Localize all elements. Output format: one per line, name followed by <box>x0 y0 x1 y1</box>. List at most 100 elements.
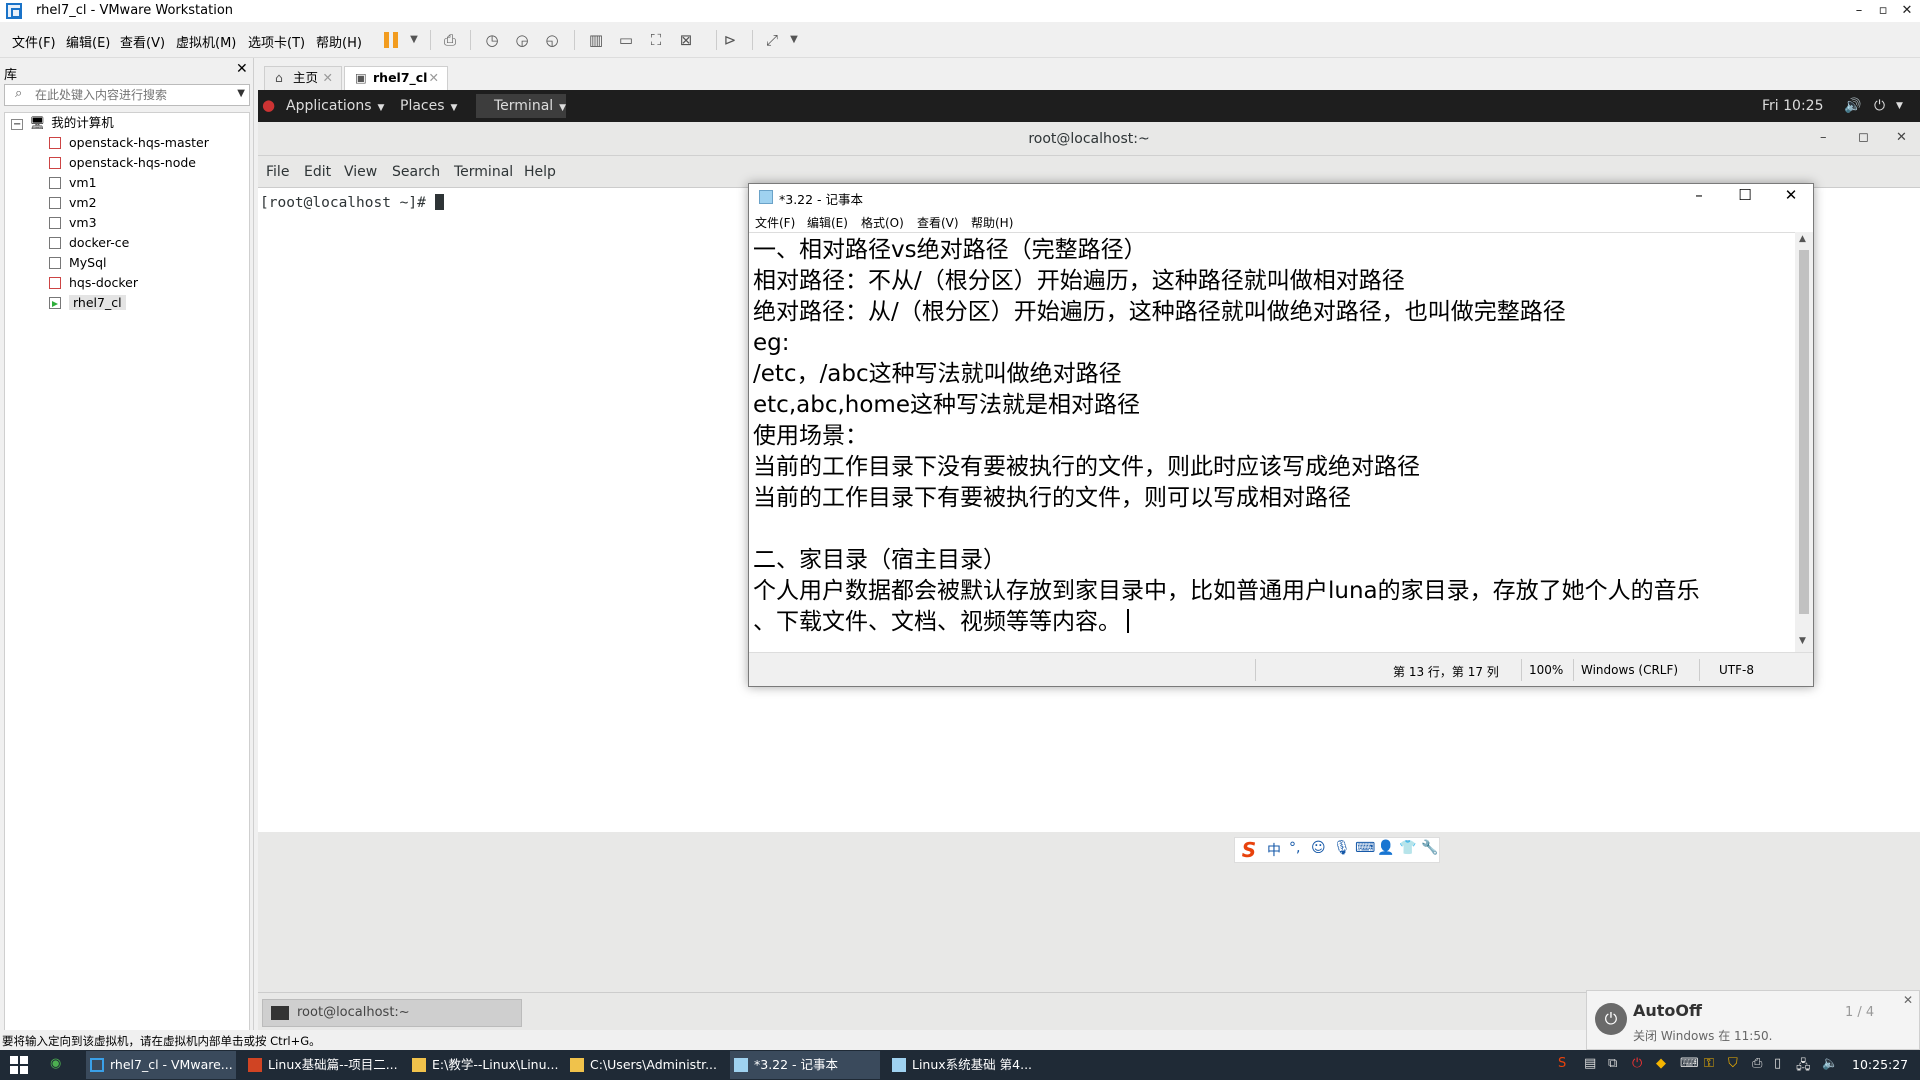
notepad-menu-help[interactable]: 帮助(H) <box>971 214 1013 231</box>
notification-close-icon[interactable]: ✕ <box>1903 993 1913 1007</box>
taskbar-app-vmware[interactable]: rhel7_cl - VMware... <box>86 1051 236 1079</box>
menu-vm[interactable]: 虚拟机(M) <box>176 32 236 51</box>
collapse-icon[interactable]: − <box>11 119 24 130</box>
menu-edit[interactable]: 编辑(E) <box>66 32 110 51</box>
battery-tray-icon[interactable]: ▯ <box>1774 1056 1781 1071</box>
terminal-maximize-button[interactable]: ◻ <box>1858 130 1869 145</box>
stretch-guest-icon[interactable]: ⤢ <box>760 28 784 52</box>
notepad-menu-file[interactable]: 文件(F) <box>755 214 795 231</box>
terminal-menu-search[interactable]: Search <box>392 164 440 180</box>
notepad-menu-format[interactable]: 格式(O) <box>861 214 904 231</box>
send-ctrl-alt-del-icon[interactable]: ⎙ <box>438 28 462 52</box>
tab-vm[interactable]: ▣ rhel7_cl ✕ <box>344 66 448 90</box>
microphone-icon[interactable]: 🎙 <box>1333 840 1351 856</box>
library-search-input[interactable] <box>35 87 235 103</box>
pause-dropdown-icon[interactable]: ▼ <box>402 28 426 52</box>
notepad-menu-edit[interactable]: 编辑(E) <box>807 214 848 231</box>
console-view-icon[interactable]: ⊳ <box>718 28 742 52</box>
usb-tray-icon[interactable]: ⚿ <box>1704 1056 1714 1071</box>
places-menu[interactable]: Places ▼ <box>400 98 457 114</box>
tree-vm-item[interactable]: openstack-hqs-node <box>49 153 196 173</box>
notepad-close-button[interactable]: ✕ <box>1771 186 1811 204</box>
taskbar-app-notepad[interactable]: *3.22 - 记事本 <box>730 1051 880 1079</box>
antivirus-tray-icon[interactable]: ⏻ <box>1632 1056 1642 1071</box>
gnome-clock[interactable]: Fri 10:25 <box>1762 98 1823 114</box>
windows-start-icon[interactable] <box>10 1056 28 1074</box>
terminal-menu-edit[interactable]: Edit <box>304 164 331 180</box>
show-library-icon[interactable]: ▥ <box>584 28 608 52</box>
terminal-menu-file[interactable]: File <box>266 164 289 180</box>
tree-vm-item[interactable]: vm3 <box>49 213 97 233</box>
punctuation-icon[interactable]: °, <box>1289 840 1300 856</box>
tree-vm-item[interactable]: vm1 <box>49 173 97 193</box>
menu-tabs[interactable]: 选项卡(T) <box>248 32 305 51</box>
tab-close-icon[interactable]: ✕ <box>323 67 333 89</box>
terminal-menu-help[interactable]: Help <box>524 164 556 180</box>
keyboard-icon[interactable]: ⌨ <box>1355 840 1375 856</box>
sogou-tray-icon[interactable]: S <box>1558 1056 1566 1071</box>
volume-icon[interactable]: 🔊 <box>1844 98 1861 114</box>
network-tray-icon[interactable]: 🖧 <box>1796 1056 1811 1078</box>
power-icon[interactable]: ⏻ <box>1874 98 1885 114</box>
guest-task-terminal[interactable]: root@localhost:~ <box>262 999 522 1027</box>
terminal-minimize-button[interactable]: – <box>1820 130 1827 145</box>
thumbnail-bar-icon[interactable]: ▭ <box>614 28 638 52</box>
close-button[interactable]: ✕ <box>1896 1 1918 21</box>
printer-tray-icon[interactable]: ⎙ <box>1752 1056 1762 1071</box>
terminal-close-button[interactable]: ✕ <box>1896 130 1907 145</box>
system-clock[interactable]: 10:25:27 <box>1852 1057 1908 1072</box>
unity-icon[interactable]: ⊠ <box>674 28 698 52</box>
terminal-menu-terminal[interactable]: Terminal <box>454 164 513 180</box>
tree-root-my-computer[interactable]: − 🖥 我的计算机 <box>11 113 114 133</box>
taskbar-app-notepad-2[interactable]: Linux系统基础 第4... <box>888 1051 1038 1079</box>
autooff-notification[interactable]: ⏻ AutoOff 关闭 Windows 在 11:50. 1 / 4 ✕ <box>1586 990 1920 1050</box>
shield-tray-icon[interactable]: ⛉ <box>1728 1056 1738 1071</box>
scroll-up-arrow-icon[interactable]: ▲ <box>1799 234 1806 244</box>
menu-view[interactable]: 查看(V) <box>120 32 165 51</box>
notepad-menu-view[interactable]: 查看(V) <box>917 214 959 231</box>
security-tray-icon[interactable]: ◆ <box>1656 1056 1666 1071</box>
tree-vm-item-selected[interactable]: rhel7_cl <box>49 293 126 313</box>
terminal-app-menu[interactable]: Terminal ▼ <box>494 98 566 114</box>
full-screen-icon[interactable]: ⛶ <box>644 28 668 52</box>
search-dropdown-icon[interactable]: ▼ <box>237 88 245 99</box>
terminal-menu-view[interactable]: View <box>344 164 377 180</box>
maximize-button[interactable]: ▫ <box>1872 1 1894 21</box>
tree-vm-item[interactable]: docker-ce <box>49 233 129 253</box>
scrollbar-thumb[interactable] <box>1799 250 1809 614</box>
user-icon[interactable]: 👤 <box>1377 840 1394 856</box>
menu-file[interactable]: 文件(F) <box>12 32 56 51</box>
notepad-vertical-scrollbar[interactable]: ▲ ▼ <box>1795 232 1813 652</box>
library-search-box[interactable]: ⌕ ▼ <box>4 84 250 106</box>
sogou-logo-icon[interactable]: S <box>1237 838 1261 862</box>
tab-close-icon[interactable]: ✕ <box>429 67 439 89</box>
network-drive-tray-icon[interactable]: ⧉ <box>1608 1056 1617 1071</box>
ime-mode-toggle[interactable]: 中 <box>1267 840 1281 860</box>
ime-toolbar[interactable]: S 中 °, ☺ 🎙 ⌨ 👤 👕 🔧 <box>1234 837 1440 863</box>
snapshot-manager-icon[interactable]: ◵ <box>540 28 564 52</box>
snapshot-icon[interactable]: ◷ <box>480 28 504 52</box>
tree-vm-item[interactable]: openstack-hqs-master <box>49 133 209 153</box>
taskbar-app-powerpoint[interactable]: Linux基础篇--项目二... <box>244 1051 400 1079</box>
keyboard-tray-icon[interactable]: ⌨ <box>1680 1056 1699 1071</box>
notepad-maximize-button[interactable]: ☐ <box>1725 186 1765 204</box>
library-close-icon[interactable]: ✕ <box>236 61 248 77</box>
volume-tray-icon[interactable]: 🔈 <box>1822 1056 1838 1071</box>
settings-wrench-icon[interactable]: 🔧 <box>1421 840 1438 856</box>
menu-help[interactable]: 帮助(H) <box>316 32 362 51</box>
taskbar-app-explorer[interactable]: E:\教学--Linux\Linu... <box>408 1051 558 1079</box>
skin-icon[interactable]: 👕 <box>1399 840 1416 856</box>
tree-vm-item[interactable]: vm2 <box>49 193 97 213</box>
scroll-down-arrow-icon[interactable]: ▼ <box>1799 636 1806 646</box>
revert-snapshot-icon[interactable]: ◶ <box>510 28 534 52</box>
browser-icon[interactable]: ◉ <box>50 1056 61 1071</box>
tree-vm-item[interactable]: hqs-docker <box>49 273 138 293</box>
notepad-minimize-button[interactable]: – <box>1679 186 1719 204</box>
minimize-button[interactable]: – <box>1848 1 1870 21</box>
notepad-text-area[interactable]: 一、相对路径vs绝对路径（完整路径） 相对路径：不从/（根分区）开始遍历，这种路… <box>749 232 1795 652</box>
emoji-icon[interactable]: ☺ <box>1311 840 1326 856</box>
system-menu-arrow-icon[interactable]: ▼ <box>1896 101 1903 111</box>
tab-home[interactable]: ⌂ 主页 ✕ <box>264 66 342 90</box>
stretch-dropdown-icon[interactable]: ▼ <box>782 28 806 52</box>
tree-vm-item[interactable]: MySql <box>49 253 107 273</box>
